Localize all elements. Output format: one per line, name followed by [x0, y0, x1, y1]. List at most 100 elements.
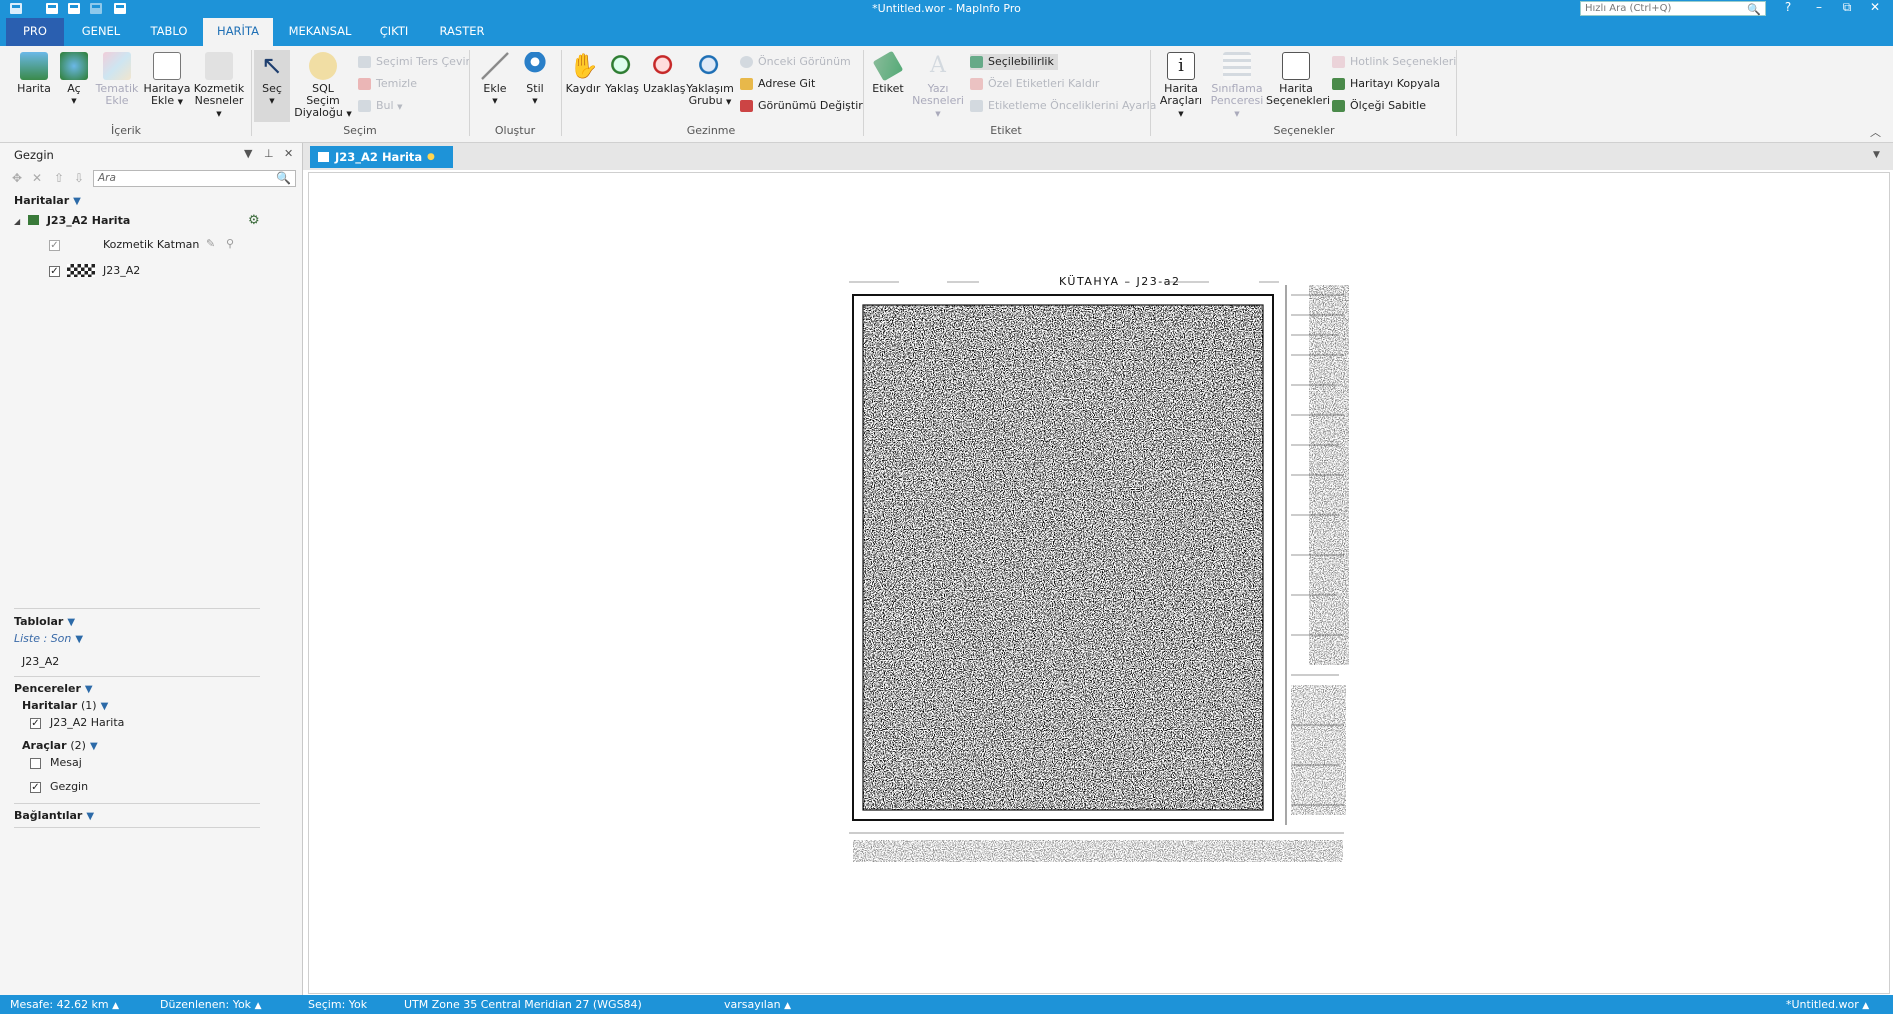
connections-section-header[interactable]: Bağlantılar ▼ — [14, 809, 94, 822]
group-olustur: Oluştur — [494, 124, 536, 137]
olcegi-sabitle-label: Ölçeği Sabitle — [1350, 99, 1426, 112]
chevron-down-icon: ▼ — [177, 98, 184, 106]
move-up-icon[interactable]: ⇧ — [54, 171, 64, 185]
tools-group[interactable]: Araçlar (2) ▼ — [22, 739, 98, 752]
map-tree-item[interactable]: ◢ J23_A2 Harita — [14, 214, 130, 227]
title-bar: *Untitled.wor - MapInfo Pro Hızlı Ara (C… — [0, 0, 1893, 18]
siniflama-penceresi-button[interactable]: Sınıflama Penceresi ▼ — [1208, 52, 1266, 120]
document-tab-map[interactable]: J23_A2 Harita ● — [310, 146, 453, 168]
adrese-git-label: Adrese Git — [758, 77, 816, 90]
tab-genel[interactable]: GENEL — [72, 18, 130, 46]
harita-secenekleri-label-2: Seçenekleri — [1266, 94, 1331, 107]
sec-label: Seç — [262, 82, 282, 95]
ac-button[interactable]: Aç ▼ — [56, 52, 92, 107]
tab-mekansal[interactable]: MEKANSAL — [283, 18, 357, 46]
close-icon[interactable]: ✕ — [284, 147, 293, 160]
layer-j23a2[interactable]: J23_A2 — [103, 264, 140, 277]
quick-search-input[interactable]: Hızlı Ara (Ctrl+Q) 🔍 — [1580, 1, 1766, 16]
search-icon[interactable]: 🔍 — [276, 171, 291, 185]
tematik-label-2: Ekle — [105, 94, 129, 107]
windows-section-header[interactable]: Pencereler ▼ — [14, 682, 93, 695]
add-icon[interactable]: ✥ — [12, 171, 22, 185]
projection-status[interactable]: UTM Zone 35 Central Meridian 27 (WGS84) — [404, 998, 642, 1011]
tool-checkbox-mesaj[interactable] — [30, 758, 41, 769]
tab-harita[interactable]: HARİTA — [203, 18, 273, 46]
layer-kozmetik[interactable]: Kozmetik Katman — [103, 238, 199, 251]
edit-pencil-icon[interactable]: ✎ — [206, 237, 215, 250]
tab-pro[interactable]: PRO — [6, 18, 64, 46]
haritaya-ekle-button[interactable]: Haritaya Ekle ▼ — [143, 52, 191, 108]
harita-secenekleri-button[interactable]: Harita Seçenekleri — [1266, 52, 1331, 107]
layer-select-icon[interactable]: ⚲ — [226, 237, 234, 250]
adrese-git-button[interactable]: Adrese Git — [740, 76, 815, 92]
editing-status[interactable]: Düzenlenen: Yok ▲ — [160, 998, 261, 1011]
harita-araclari-button[interactable]: i Harita Araçları ▼ — [1156, 52, 1206, 120]
bul-button[interactable]: Bul ▼ — [358, 98, 402, 114]
tool-item-gezgin[interactable]: Gezgin — [50, 780, 88, 793]
pin-icon[interactable]: ⊥ — [264, 147, 274, 160]
close-button[interactable]: ✕ — [1864, 0, 1886, 14]
secilebilirlik-button[interactable]: Seçilebilirlik — [970, 54, 1058, 70]
etiket-button[interactable]: Etiket — [868, 50, 908, 95]
sql-secim-button[interactable]: SQL Seçim Diyaloğu ▼ — [294, 52, 352, 120]
sql-label-1: SQL Seçim — [306, 82, 340, 107]
table-item-j23a2[interactable]: J23_A2 — [22, 655, 59, 668]
layer-checkbox-kozmetik[interactable]: ✓ — [49, 240, 60, 251]
temizle-button[interactable]: Temizle — [358, 76, 417, 92]
explorer-search-input[interactable]: Ara 🔍 — [93, 170, 296, 187]
collapse-ribbon-icon[interactable]: ︿ — [1870, 124, 1881, 140]
workspace-text: *Untitled.wor — [1786, 998, 1859, 1011]
search-icon[interactable]: 🔍 — [1747, 3, 1761, 16]
tool-item-mesaj[interactable]: Mesaj — [50, 756, 82, 769]
remove-icon[interactable]: ✕ — [32, 171, 42, 185]
legend-window-icon — [1223, 52, 1251, 80]
tab-raster[interactable]: RASTER — [431, 18, 493, 46]
raster-layer-icon — [67, 264, 95, 277]
map-canvas[interactable]: KÜTAHYA – J23-a2 — [308, 172, 1890, 994]
tab-cikti[interactable]: ÇIKTI — [368, 18, 420, 46]
window-checkbox-map[interactable]: ✓ — [30, 718, 41, 729]
stil-button[interactable]: Stil ▼ — [517, 52, 553, 107]
panel-menu-icon[interactable]: ▼ — [244, 147, 252, 160]
restore-button[interactable]: ⧉ — [1836, 0, 1858, 15]
move-down-icon[interactable]: ⇩ — [74, 171, 84, 185]
yaklas-button[interactable]: Yaklaş — [603, 52, 641, 95]
layer-control-icon[interactable]: ⚙ — [248, 213, 260, 228]
explorer-search-placeholder: Ara — [98, 172, 116, 184]
kaydir-button[interactable]: ✋ Kaydır — [564, 52, 602, 95]
onceki-gorunum-button[interactable]: Önceki Görünüm — [740, 54, 851, 70]
hotlink-secenekleri-button[interactable]: Hotlink Seçenekleri — [1332, 54, 1456, 70]
windows-maps-group[interactable]: Haritalar (1) ▼ — [22, 699, 108, 712]
gorunumu-degistir-button[interactable]: Görünümü Değiştir — [740, 98, 863, 114]
ozel-etiketleri-kaldir-button[interactable]: Özel Etiketleri Kaldır — [970, 76, 1099, 92]
harita-button[interactable]: Harita — [14, 52, 54, 95]
yazi-nesneleri-button[interactable]: A Yazı Nesneleri ▼ — [910, 52, 966, 120]
secimi-ters-cevir-button[interactable]: Seçimi Ters Çevir — [358, 54, 470, 70]
uzaklas-button[interactable]: Uzaklaş — [643, 52, 685, 95]
ribbon: Harita Aç ▼ Tematik Ekle Haritaya Ekle ▼… — [0, 46, 1893, 143]
haritayi-kopyala-button[interactable]: Haritayı Kopyala — [1332, 76, 1440, 92]
ekle-button[interactable]: Ekle ▼ — [477, 52, 513, 107]
workspace-status[interactable]: *Untitled.wor ▲ — [1786, 998, 1869, 1011]
tables-section-header[interactable]: Tablolar ▼ — [14, 615, 75, 628]
selection-status[interactable]: Seçim: Yok — [308, 998, 367, 1011]
style-status[interactable]: varsayılan ▲ — [724, 998, 791, 1011]
explorer-title: Gezgin — [14, 148, 54, 162]
sec-button[interactable]: ↖ Seç ▼ — [254, 50, 290, 122]
list-mode-selector[interactable]: Liste : Son ▼ — [14, 632, 83, 645]
maps-section-header[interactable]: Haritalar ▼ — [14, 194, 81, 207]
olcegi-sabitle-button[interactable]: Ölçeği Sabitle — [1332, 98, 1426, 114]
tab-tablo[interactable]: TABLO — [140, 18, 198, 46]
minimize-button[interactable]: – — [1808, 0, 1830, 14]
help-button[interactable]: ? — [1777, 0, 1799, 14]
collapse-triangle-icon[interactable]: ◢ — [14, 217, 20, 226]
distance-status[interactable]: Mesafe: 42.62 km ▲ — [10, 998, 119, 1011]
tematik-ekle-button[interactable]: Tematik Ekle — [94, 52, 140, 107]
layer-checkbox-j23a2[interactable]: ✓ — [49, 266, 60, 277]
kozmetik-nesneler-button[interactable]: Kozmetik Nesneler ▼ — [191, 52, 247, 120]
tool-checkbox-gezgin[interactable]: ✓ — [30, 782, 41, 793]
yaklasim-grubu-button[interactable]: Yaklaşım Grubu ▼ — [686, 52, 734, 108]
window-item-map[interactable]: J23_A2 Harita — [50, 716, 124, 729]
etiketleme-oncelik-button[interactable]: Etiketleme Önceliklerini Ayarla — [970, 98, 1156, 114]
tab-list-dropdown-icon[interactable]: ▼ — [1873, 150, 1880, 160]
